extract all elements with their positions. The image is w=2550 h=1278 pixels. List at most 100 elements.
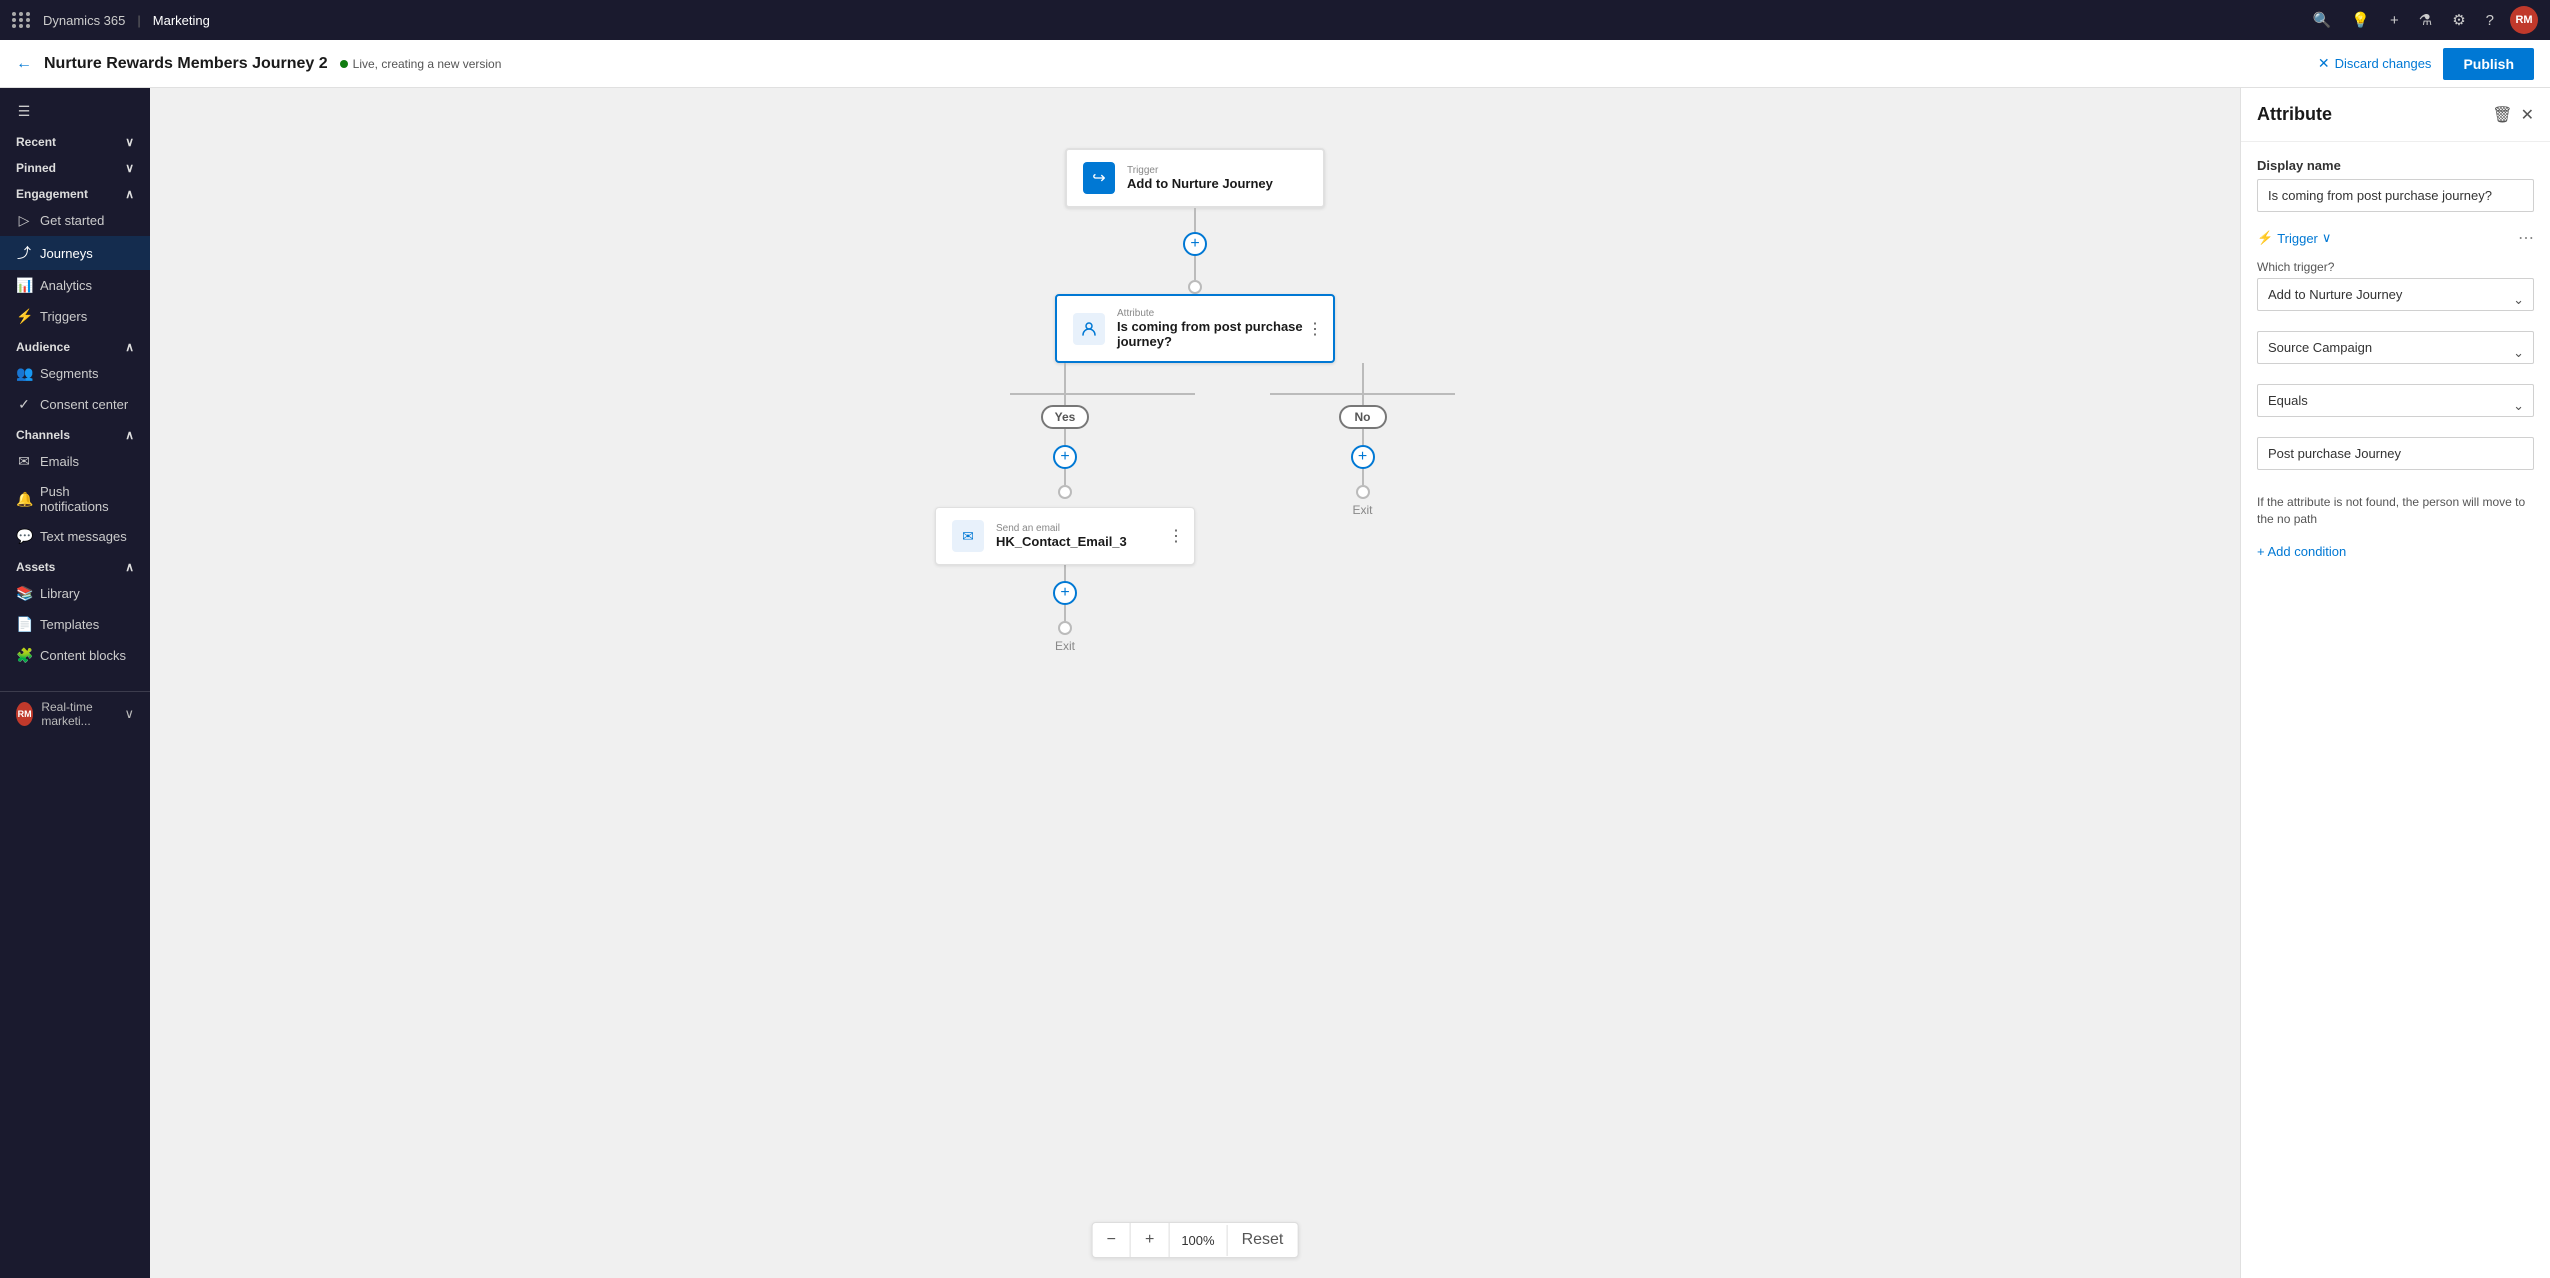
no-branch-arm: No + Exit xyxy=(1270,363,1455,517)
branch-line-left-top xyxy=(1064,363,1066,393)
trigger-node[interactable]: ↪ Trigger Add to Nurture Journey xyxy=(1065,148,1325,208)
trigger-section-bar: ⚡ Trigger ∨ ⋯ xyxy=(2257,228,2534,248)
branch-line-right-top xyxy=(1362,363,1364,393)
attribute-node[interactable]: Attribute Is coming from post purchase j… xyxy=(1055,294,1335,363)
app-grid-icon[interactable] xyxy=(12,12,31,28)
sidebar-item-text-messages[interactable]: 💬 Text messages xyxy=(0,521,150,552)
email-node-more-button[interactable]: ⋮ xyxy=(1168,526,1184,546)
source-campaign-select[interactable]: Source Campaign xyxy=(2257,331,2534,364)
user-avatar[interactable]: RM xyxy=(2510,6,2538,34)
sms-icon: 💬 xyxy=(16,528,32,545)
sidebar-item-get-started[interactable]: ▷ Get started xyxy=(0,205,150,236)
templates-icon: 📄 xyxy=(16,616,32,633)
email-icon: ✉ xyxy=(16,453,32,470)
yes-exit-line xyxy=(1064,565,1066,581)
consent-icon: ✓ xyxy=(16,396,32,413)
blocks-icon: 🧩 xyxy=(16,647,32,664)
which-trigger-label: Which trigger? xyxy=(2257,260,2534,274)
chevron-up-icon: ∧ xyxy=(125,187,134,201)
add-icon[interactable]: + xyxy=(2390,12,2399,29)
sidebar-section-recent[interactable]: Recent ∨ xyxy=(0,127,150,153)
push-icon: 🔔 xyxy=(16,491,32,508)
zoom-level: 100% xyxy=(1169,1225,1227,1256)
connector-line xyxy=(1194,208,1196,232)
sidebar-item-consent-center[interactable]: ✓ Consent center xyxy=(0,389,150,420)
chevron-up-icon: ∧ xyxy=(125,428,134,442)
sidebar-item-emails[interactable]: ✉ Emails xyxy=(0,446,150,477)
trigger-section-label[interactable]: ⚡ Trigger ∨ xyxy=(2257,230,2331,246)
chevron-down-icon: ∨ xyxy=(125,161,134,175)
back-button[interactable]: ← xyxy=(16,55,32,73)
canvas-controls: − + 100% Reset xyxy=(1092,1222,1299,1258)
sidebar-section-engagement[interactable]: Engagement ∧ xyxy=(0,179,150,205)
sidebar-section-assets[interactable]: Assets ∧ xyxy=(0,552,150,578)
delete-button[interactable]: 🗑 xyxy=(2492,105,2512,125)
sidebar-section-channels[interactable]: Channels ∧ xyxy=(0,420,150,446)
zoom-out-button[interactable]: − xyxy=(1093,1223,1131,1257)
canvas-area: ↪ Trigger Add to Nurture Journey + xyxy=(150,88,2240,1278)
right-panel-header: Attribute 🗑 ✕ xyxy=(2241,88,2550,142)
no-add-button[interactable]: + xyxy=(1351,445,1375,469)
help-icon[interactable]: ? xyxy=(2486,12,2494,29)
filter-icon[interactable]: ⚗ xyxy=(2419,11,2432,29)
attribute-note: If the attribute is not found, the perso… xyxy=(2257,494,2534,528)
yes-add-button[interactable]: + xyxy=(1053,445,1077,469)
no-vert-line-3 xyxy=(1362,469,1364,485)
sidebar-section-audience[interactable]: Audience ∧ xyxy=(0,332,150,358)
attribute-node-more-button[interactable]: ⋮ xyxy=(1307,319,1323,339)
section-more-button[interactable]: ⋯ xyxy=(2518,228,2534,248)
sidebar-item-content-blocks[interactable]: 🧩 Content blocks xyxy=(0,640,150,671)
play-icon: ▷ xyxy=(16,212,32,229)
tenant-switcher[interactable]: RM Real-time marketi... ∨ xyxy=(0,691,150,736)
sidebar-item-templates[interactable]: 📄 Templates xyxy=(0,609,150,640)
canvas-content: ↪ Trigger Add to Nurture Journey + xyxy=(150,88,2240,1278)
connector-1: + xyxy=(1183,208,1207,294)
branch-horizontal-container: Yes + ✉ Send an email xyxy=(935,363,1455,653)
search-icon[interactable]: 🔍 xyxy=(2313,11,2332,29)
chevron-down-icon: ∨ xyxy=(2322,230,2332,246)
add-condition-button[interactable]: + Add condition xyxy=(2257,540,2534,563)
sidebar-item-segments[interactable]: 👥 Segments xyxy=(0,358,150,389)
email-node-icon: ✉ xyxy=(952,520,984,552)
analytics-icon: 📊 xyxy=(16,277,32,294)
sidebar: ☰ Recent ∨ Pinned ∨ Engagement ∧ ▷ Get s… xyxy=(0,88,150,1278)
sidebar-item-library[interactable]: 📚 Library xyxy=(0,578,150,609)
right-panel: Attribute 🗑 ✕ Display name ⚡ Trigger ∨ ⋯… xyxy=(2240,88,2550,1278)
sidebar-item-triggers[interactable]: ⚡ Triggers xyxy=(0,301,150,332)
sidebar-item-push-notifications[interactable]: 🔔 Push notifications xyxy=(0,477,150,521)
sidebar-item-analytics[interactable]: 📊 Analytics xyxy=(0,270,150,301)
email-node[interactable]: ✉ Send an email HK_Contact_Email_3 ⋮ xyxy=(935,507,1195,565)
attribute-icon xyxy=(1073,313,1105,345)
yes-exit-add-button[interactable]: + xyxy=(1053,581,1077,605)
settings-icon[interactable]: ⚙ xyxy=(2452,11,2465,29)
zoom-reset-button[interactable]: Reset xyxy=(1228,1223,1298,1257)
zoom-in-button[interactable]: + xyxy=(1131,1223,1169,1257)
display-name-label: Display name xyxy=(2257,158,2534,173)
close-icon: ✕ xyxy=(2318,55,2330,72)
close-panel-button[interactable]: ✕ xyxy=(2521,105,2534,125)
lightbulb-icon[interactable]: 💡 xyxy=(2351,11,2370,29)
yes-vert-line-2 xyxy=(1064,429,1066,445)
chevron-up-icon: ∧ xyxy=(125,340,134,354)
connector-line xyxy=(1194,256,1196,280)
journey-flow: ↪ Trigger Add to Nurture Journey + xyxy=(935,148,1455,653)
trigger-icon: ↪ xyxy=(1083,162,1115,194)
hamburger-icon: ☰ xyxy=(16,103,32,120)
yes-arm-content: Yes + ✉ Send an email xyxy=(935,395,1195,653)
sidebar-section-pinned[interactable]: Pinned ∨ xyxy=(0,153,150,179)
which-trigger-select[interactable]: Add to Nurture Journey xyxy=(2257,278,2534,311)
no-vert-line xyxy=(1362,395,1364,405)
sidebar-item-journeys[interactable]: ⤴ Journeys xyxy=(0,236,150,270)
brand-name: Dynamics 365 xyxy=(43,13,125,28)
discard-changes-button[interactable]: ✕ Discard changes xyxy=(2318,55,2432,72)
status-badge: Live, creating a new version xyxy=(340,57,502,71)
publish-button[interactable]: Publish xyxy=(2443,48,2534,80)
no-circle xyxy=(1356,485,1370,499)
equals-select[interactable]: Equals xyxy=(2257,384,2534,417)
sidebar-hamburger[interactable]: ☰ xyxy=(0,96,150,127)
display-name-input[interactable] xyxy=(2257,179,2534,212)
which-trigger-wrapper: Add to Nurture Journey xyxy=(2257,278,2534,321)
add-step-button[interactable]: + xyxy=(1183,232,1207,256)
no-exit-label: Exit xyxy=(1352,503,1372,517)
attribute-value-input[interactable] xyxy=(2257,437,2534,470)
